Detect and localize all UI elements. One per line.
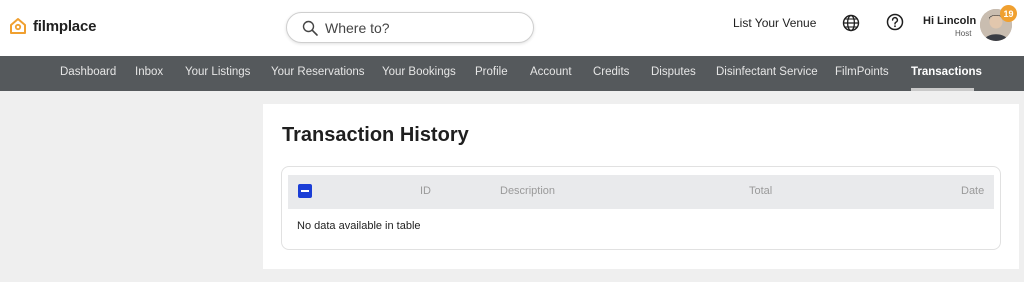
- active-tab-indicator: [911, 88, 974, 91]
- notification-badge: 19: [1000, 5, 1017, 22]
- column-header-id[interactable]: ID: [420, 185, 431, 197]
- help-icon[interactable]: [886, 13, 904, 31]
- search-icon: [302, 20, 318, 36]
- nav-item-disinfectant-service[interactable]: Disinfectant Service: [716, 66, 818, 78]
- globe-icon[interactable]: [842, 14, 860, 32]
- nav-item-transactions[interactable]: Transactions: [911, 66, 982, 78]
- nav-item-your-reservations[interactable]: Your Reservations: [271, 66, 365, 78]
- nav-item-account[interactable]: Account: [530, 66, 572, 78]
- search-bar[interactable]: [286, 12, 534, 43]
- nav-item-profile[interactable]: Profile: [475, 66, 508, 78]
- user-greeting[interactable]: Hi Lincoln: [923, 15, 976, 27]
- nav-item-disputes[interactable]: Disputes: [651, 66, 696, 78]
- nav-item-credits[interactable]: Credits: [593, 66, 629, 78]
- list-your-venue-link[interactable]: List Your Venue: [733, 16, 816, 30]
- select-all-checkbox[interactable]: [298, 184, 312, 198]
- user-role: Host: [955, 29, 972, 38]
- table-header: [288, 175, 994, 209]
- home-logo-icon: [10, 18, 26, 34]
- empty-table-message: No data available in table: [297, 220, 421, 232]
- nav-item-your-listings[interactable]: Your Listings: [185, 66, 250, 78]
- top-header: filmplace List Your Venue Hi Lincoln Hos…: [0, 0, 1024, 56]
- column-header-total[interactable]: Total: [749, 185, 772, 197]
- nav-item-dashboard[interactable]: Dashboard: [60, 66, 116, 78]
- nav-item-your-bookings[interactable]: Your Bookings: [382, 66, 456, 78]
- column-header-date[interactable]: Date: [961, 185, 984, 197]
- nav-item-inbox[interactable]: Inbox: [135, 66, 163, 78]
- brand-name: filmplace: [33, 17, 97, 35]
- column-header-description[interactable]: Description: [500, 185, 555, 197]
- main-nav: Dashboard Inbox Your Listings Your Reser…: [0, 56, 1024, 91]
- nav-item-filmpoints[interactable]: FilmPoints: [835, 66, 889, 78]
- page-title: Transaction History: [282, 124, 469, 146]
- search-input[interactable]: [325, 19, 515, 37]
- brand-logo[interactable]: filmplace: [9, 17, 96, 35]
